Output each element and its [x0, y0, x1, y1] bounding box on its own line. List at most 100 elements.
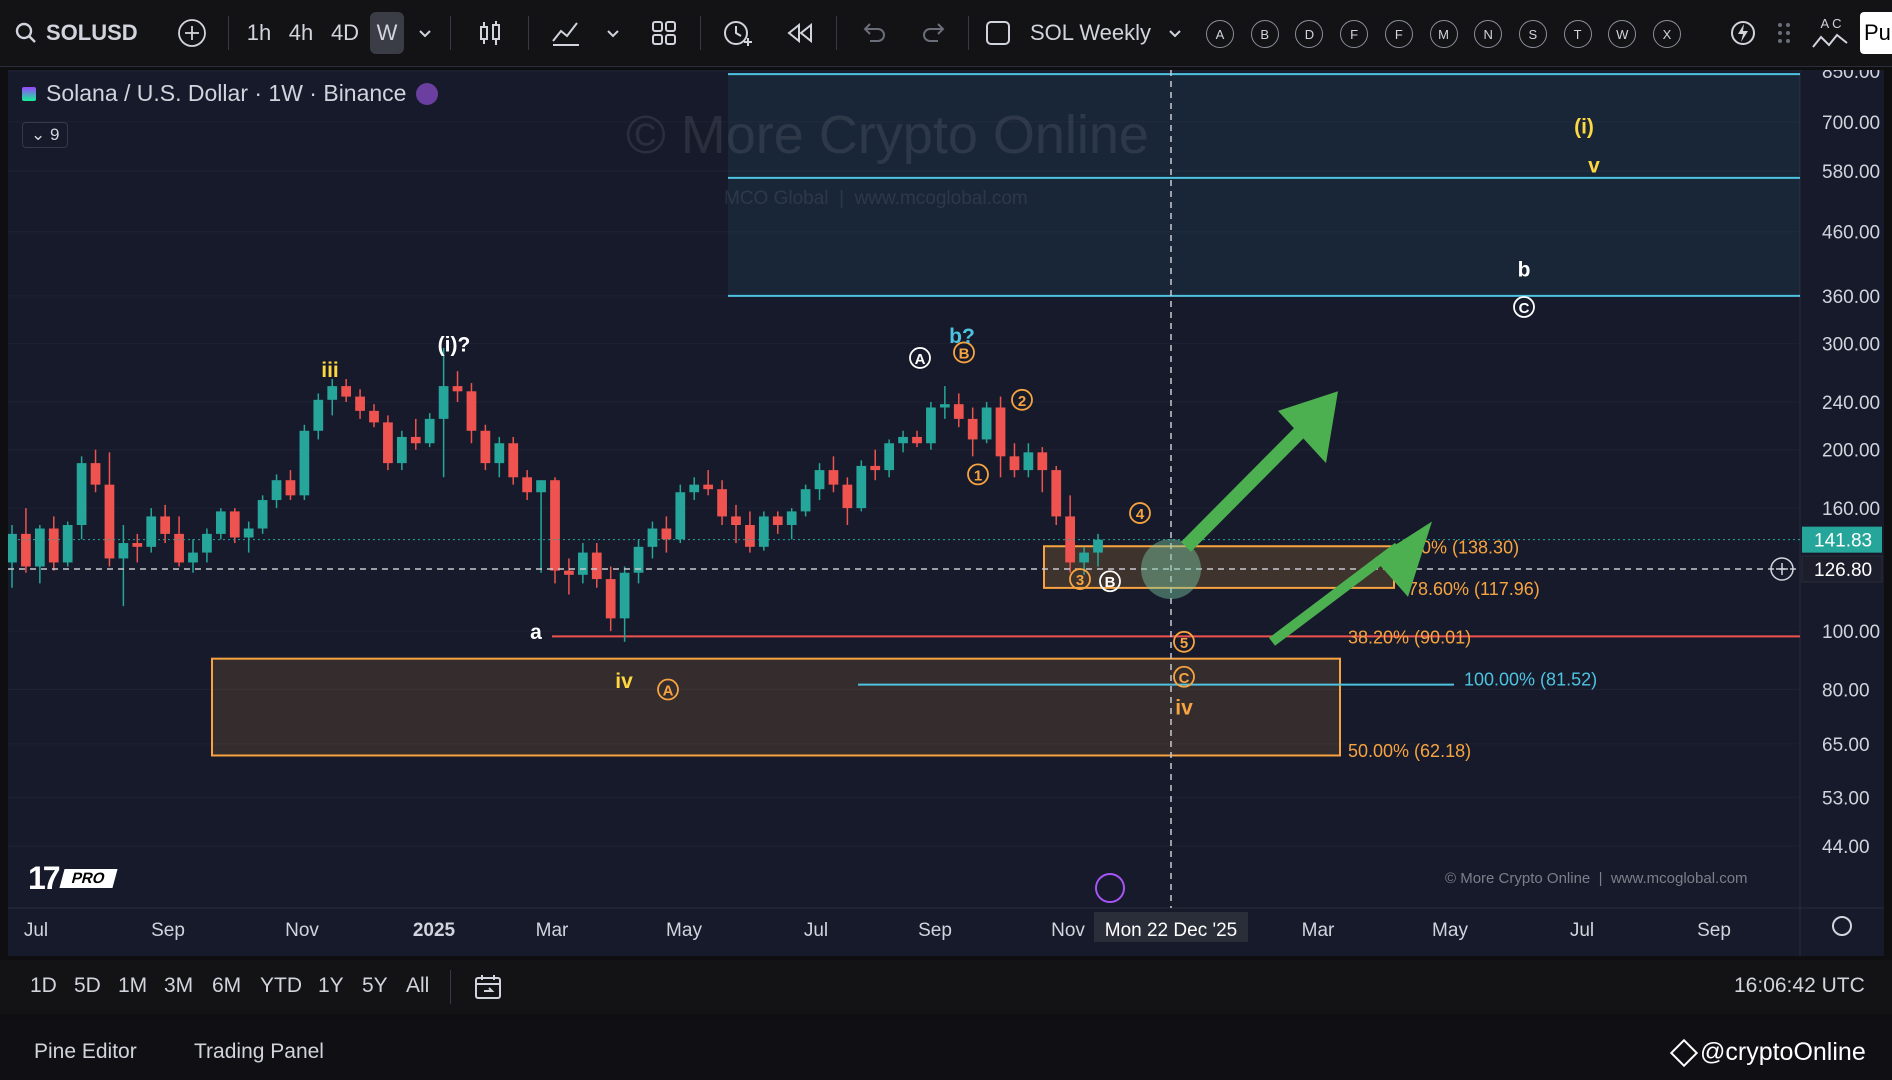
candle-body: [299, 430, 310, 496]
square-icon: [986, 21, 1010, 45]
interval-1h[interactable]: 1h: [240, 12, 278, 54]
tab-pine-editor[interactable]: Pine Editor: [34, 1040, 137, 1064]
shortcut-s-button[interactable]: S: [1518, 20, 1547, 48]
shortcut-w-button[interactable]: W: [1608, 20, 1637, 48]
replay-icon: [787, 22, 812, 44]
chevron-down-icon: ⌄: [31, 125, 46, 144]
watermark: © More Crypto Online: [626, 105, 1149, 165]
wave-label: A: [915, 351, 926, 368]
replay-button[interactable]: [780, 12, 820, 54]
alert-button[interactable]: [718, 12, 758, 54]
wave-label: C: [1519, 300, 1530, 317]
alpha-indicator[interactable]: A C: [1808, 12, 1854, 54]
fib-label: 50.00% (62.18): [1348, 741, 1471, 761]
range-5y[interactable]: 5Y: [362, 974, 388, 998]
watermark-sub: MCO Global | www.mcoglobal.com: [724, 188, 1028, 209]
candle-body: [870, 465, 881, 471]
candle-body: [21, 533, 31, 567]
interval-4h[interactable]: 4h: [282, 12, 320, 54]
candle-body: [257, 500, 268, 529]
interval-dropdown[interactable]: [412, 12, 438, 54]
crosshair-price-value: 126.80: [1814, 560, 1872, 581]
shortcut-f-button[interactable]: F: [1384, 20, 1413, 48]
time-tick-label: Nov: [285, 920, 319, 941]
candle-body: [62, 525, 73, 563]
candle-body: [146, 516, 157, 547]
shortcut-f-button[interactable]: F: [1340, 20, 1369, 48]
clock[interactable]: 16:06:42 UTC: [1734, 974, 1865, 998]
wave-label: B: [1105, 574, 1116, 591]
redo-button[interactable]: [914, 12, 954, 54]
price-tick-label: 300.00: [1822, 335, 1880, 356]
range-5d[interactable]: 5D: [74, 974, 101, 998]
shortcut-t-button[interactable]: T: [1563, 20, 1592, 48]
indicators-dropdown[interactable]: [600, 12, 626, 54]
candle-body: [675, 492, 686, 540]
shortcut-b-button[interactable]: B: [1250, 20, 1279, 48]
candle-body: [647, 528, 658, 547]
tab-trading-panel[interactable]: Trading Panel: [194, 1040, 324, 1064]
layout-name[interactable]: SOL Weekly: [1030, 12, 1170, 54]
goto-date-button[interactable]: [468, 970, 508, 1004]
time-tick-label: Jul: [1570, 920, 1594, 941]
symbol-search[interactable]: SOLUSD: [14, 12, 144, 54]
last-price-value: 141.83: [1814, 531, 1872, 552]
range-1y[interactable]: 1Y: [318, 974, 344, 998]
interval-w[interactable]: W: [370, 12, 404, 54]
candle-body: [48, 528, 59, 563]
green-arrow-shaft: [1181, 413, 1318, 552]
price-tick-label: 65.00: [1822, 735, 1870, 756]
compare-button[interactable]: [172, 12, 212, 54]
wave-label: 5: [1180, 635, 1188, 652]
price-tick-label: 80.00: [1822, 681, 1870, 702]
candle-body: [494, 443, 505, 464]
shortcut-n-button[interactable]: N: [1474, 20, 1503, 48]
candle-body: [717, 489, 727, 517]
wave-label: (i): [1574, 116, 1594, 139]
layout-button[interactable]: [644, 12, 684, 54]
time-tick-label: Nov: [1051, 920, 1085, 941]
publish-button[interactable]: Pu: [1860, 12, 1892, 54]
shortcut-a-button[interactable]: A: [1206, 20, 1234, 48]
candle-body: [661, 528, 672, 540]
share-icon[interactable]: [416, 82, 439, 105]
time-tick-label: Sep: [1697, 920, 1731, 941]
tradingview-logo: 17 PRO: [28, 860, 117, 897]
range-3m[interactable]: 3M: [164, 974, 193, 998]
chart-area[interactable]: 78.60% (117.96) 38.20% (90.01) 100.00% (81…: [7, 62, 1884, 956]
candle-body: [842, 484, 853, 509]
indicator-toggle[interactable]: ⌄ 9: [22, 122, 69, 148]
price-tick-label: 160.00: [1822, 499, 1880, 520]
candle-body: [104, 484, 115, 559]
layout-select-button[interactable]: [980, 12, 1016, 54]
chart-type-button[interactable]: [470, 12, 510, 54]
price-tick-label: 240.00: [1822, 393, 1880, 414]
price-tick-label: 850.00: [1822, 70, 1880, 83]
candle-body: [967, 418, 978, 440]
range-1m[interactable]: 1M: [118, 974, 147, 998]
interval-4d[interactable]: 4D: [324, 12, 366, 54]
shortcut-d-button[interactable]: D: [1295, 20, 1324, 48]
indicators-button[interactable]: [546, 12, 586, 54]
candle-body: [215, 511, 226, 534]
tv-logo-icon: 17: [28, 860, 61, 896]
undo-button[interactable]: [854, 12, 894, 54]
shortcut-m-button[interactable]: M: [1429, 20, 1458, 48]
calendar-icon: [475, 975, 501, 999]
range-6m[interactable]: 6M: [212, 974, 241, 998]
candle-body: [536, 480, 546, 493]
candle-body: [76, 463, 87, 526]
candle-body: [7, 533, 17, 563]
price-tick-label: 44.00: [1822, 837, 1870, 858]
layout-dropdown[interactable]: [1164, 12, 1186, 54]
separator: [450, 16, 451, 50]
quick-action-button[interactable]: [1726, 12, 1760, 54]
drag-handle[interactable]: [1770, 12, 1798, 54]
range-all[interactable]: All: [406, 974, 429, 998]
crosshair-date: Mon 22 Dec '25: [1105, 920, 1237, 941]
candles-icon: [480, 21, 500, 45]
range-1d[interactable]: 1D: [30, 974, 57, 998]
candle-body: [202, 533, 212, 553]
shortcut-x-button[interactable]: X: [1653, 20, 1681, 48]
range-ytd[interactable]: YTD: [260, 974, 302, 998]
